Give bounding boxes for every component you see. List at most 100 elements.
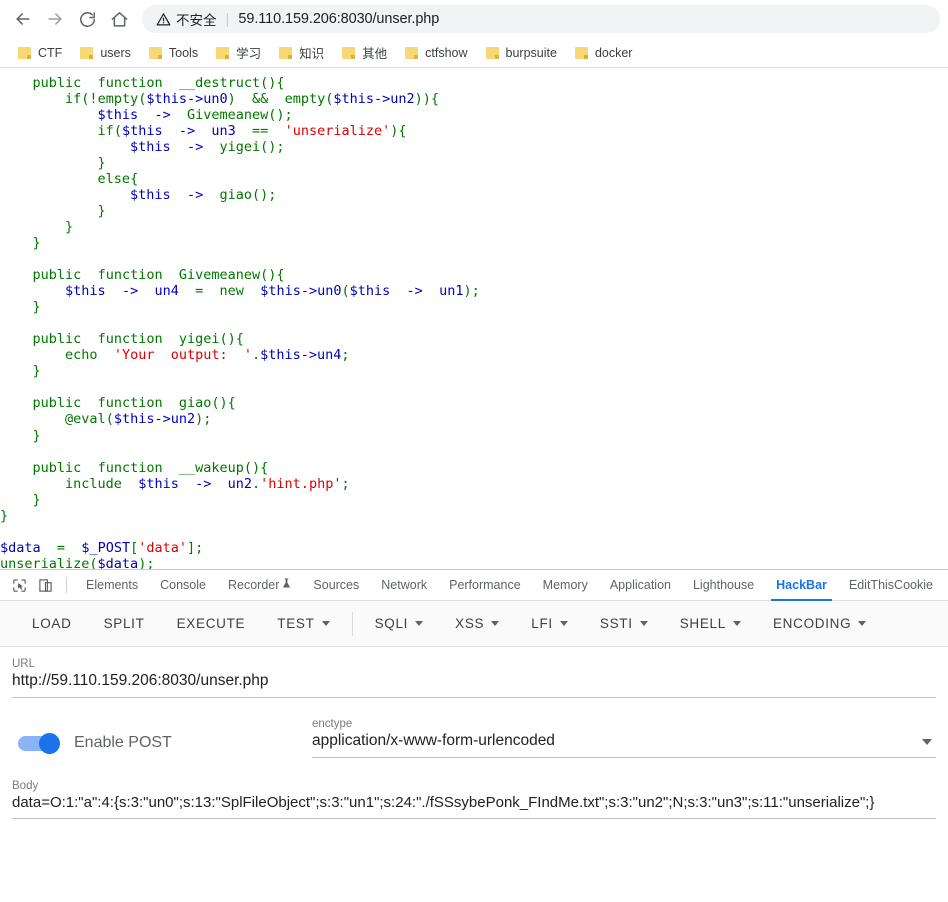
address-bar[interactable]: 不安全 | 59.110.159.206:8030/unser.php — [142, 5, 940, 33]
devtools-tab-label: Elements — [86, 577, 139, 592]
code-token: 'Your output: ' — [113, 347, 252, 364]
folder-icon — [342, 46, 356, 59]
bookmarks-bar: CTF users Tools 学习 知识 其他 ctfshow burpsuite docke… — [0, 38, 948, 68]
bookmark-label: CTF — [38, 45, 63, 60]
inspect-element-icon[interactable] — [6, 573, 32, 597]
devtools-tab-hackbar[interactable]: HackBar — [765, 570, 838, 601]
code-token: (); — [268, 106, 293, 123]
code-token: public — [32, 267, 82, 284]
enable-post-toggle[interactable] — [18, 732, 60, 754]
security-status-chip[interactable]: 不安全 — [156, 9, 217, 29]
devtools-tab-network[interactable]: Network — [370, 570, 438, 601]
device-toolbar-icon[interactable] — [32, 573, 58, 597]
code-token: $data — [97, 555, 139, 569]
bookmark-item[interactable]: docker — [567, 43, 641, 63]
devtools-tab-console[interactable]: Console — [149, 570, 217, 601]
code-token: [ — [130, 539, 139, 556]
hackbar-execute-button[interactable]: EXECUTE — [161, 601, 262, 647]
devtools-tab-lighthouse[interactable]: Lighthouse — [682, 570, 765, 601]
bookmark-item[interactable]: CTF — [10, 43, 70, 63]
post-and-enctype-row: Enable POST enctype application/x-www-fo… — [12, 698, 936, 758]
hackbar-sqli-button[interactable]: SQLI — [359, 601, 440, 647]
chevron-down-icon[interactable] — [922, 739, 932, 745]
devtools-tab-recorder[interactable]: Recorder — [217, 570, 302, 601]
bookmark-item[interactable]: 学习 — [208, 40, 269, 65]
code-token: } — [32, 427, 41, 444]
devtools-tab-application[interactable]: Application — [599, 570, 682, 601]
hackbar-load-button[interactable]: LOAD — [16, 601, 88, 647]
devtools-tab-label: Performance — [449, 577, 521, 592]
hackbar-shell-button[interactable]: SHELL — [664, 601, 757, 647]
code-token: if — [65, 90, 82, 107]
chevron-down-icon[interactable] — [559, 621, 568, 626]
bookmark-item[interactable]: 知识 — [271, 40, 332, 65]
chevron-down-icon[interactable] — [415, 621, 424, 626]
php-source-code: public function __destruct(){ if(!empty(… — [0, 75, 480, 570]
code-token: else — [97, 170, 131, 187]
hackbar-lfi-button[interactable]: LFI — [515, 601, 584, 647]
code-token: un0 — [317, 283, 342, 300]
url-field-label: URL — [12, 658, 36, 670]
bookmark-label: 其他 — [362, 47, 388, 61]
bookmark-item[interactable]: ctfshow — [397, 43, 475, 63]
code-token: ); — [138, 555, 155, 569]
warning-triangle-icon — [156, 12, 171, 25]
code-token: if — [97, 122, 114, 139]
flask-icon — [282, 577, 291, 592]
back-button[interactable] — [8, 4, 38, 34]
enctype-select[interactable]: application/x-www-form-urlencoded — [312, 732, 936, 750]
bookmark-item[interactable]: Tools — [141, 43, 206, 63]
devtools-tab-editthiscookie[interactable]: EditThisCookie — [838, 570, 944, 601]
code-token: yigei — [219, 138, 261, 155]
code-token: } — [32, 491, 41, 508]
chevron-down-icon[interactable] — [639, 621, 648, 626]
devtools-tab-label: Recorder — [227, 577, 280, 592]
reload-button[interactable] — [72, 4, 102, 34]
folder-icon — [148, 46, 162, 59]
chevron-down-icon[interactable] — [321, 621, 330, 626]
devtools-tab-memory[interactable]: Memory — [532, 570, 599, 601]
devtools-tab-performance[interactable]: Performance — [438, 570, 532, 601]
devtools-tab-label: HackBar — [776, 577, 827, 592]
chevron-down-icon[interactable] — [732, 621, 741, 626]
url-input[interactable]: http://59.110.159.206:8030/unser.php — [12, 672, 936, 690]
home-button[interactable] — [104, 4, 134, 34]
bookmark-item[interactable]: 其他 — [334, 40, 395, 65]
enctype-field-label: enctype — [312, 718, 353, 730]
devtools-tab-elements[interactable]: Elements — [75, 570, 149, 601]
hackbar-split-button[interactable]: SPLIT — [88, 601, 161, 647]
chevron-down-icon[interactable] — [858, 621, 867, 626]
code-token: -> — [195, 475, 212, 492]
code-token: $_POST — [81, 539, 131, 556]
bookmark-item[interactable]: burpsuite — [478, 43, 565, 63]
hackbar-form: URL http://59.110.159.206:8030/unser.php… — [0, 647, 948, 902]
code-token: eval — [73, 411, 106, 428]
hackbar-test-button[interactable]: TEST — [261, 601, 345, 647]
forward-button[interactable] — [40, 4, 70, 34]
code-token: new — [219, 283, 244, 300]
hackbar-encoding-button[interactable]: ENCODING — [757, 601, 882, 647]
hackbar-button-label: EXECUTE — [176, 615, 246, 631]
code-token: ) — [227, 90, 253, 107]
body-input[interactable]: data=O:1:"a":4:{s:3:"un0";s:13:"SplFileO… — [12, 794, 936, 811]
code-token: 'hint.php' — [260, 475, 342, 492]
bookmark-item[interactable]: users — [72, 43, 139, 63]
code-token: -> — [300, 283, 318, 300]
devtools-tab-sources[interactable]: Sources — [302, 570, 370, 601]
chevron-down-icon[interactable] — [491, 621, 500, 626]
code-token: unserialize — [0, 555, 90, 569]
hackbar-ssti-button[interactable]: SSTI — [584, 601, 664, 647]
code-token: (){ — [260, 267, 285, 284]
code-token: un0 — [203, 90, 228, 107]
hackbar-xss-button[interactable]: XSS — [439, 601, 515, 647]
